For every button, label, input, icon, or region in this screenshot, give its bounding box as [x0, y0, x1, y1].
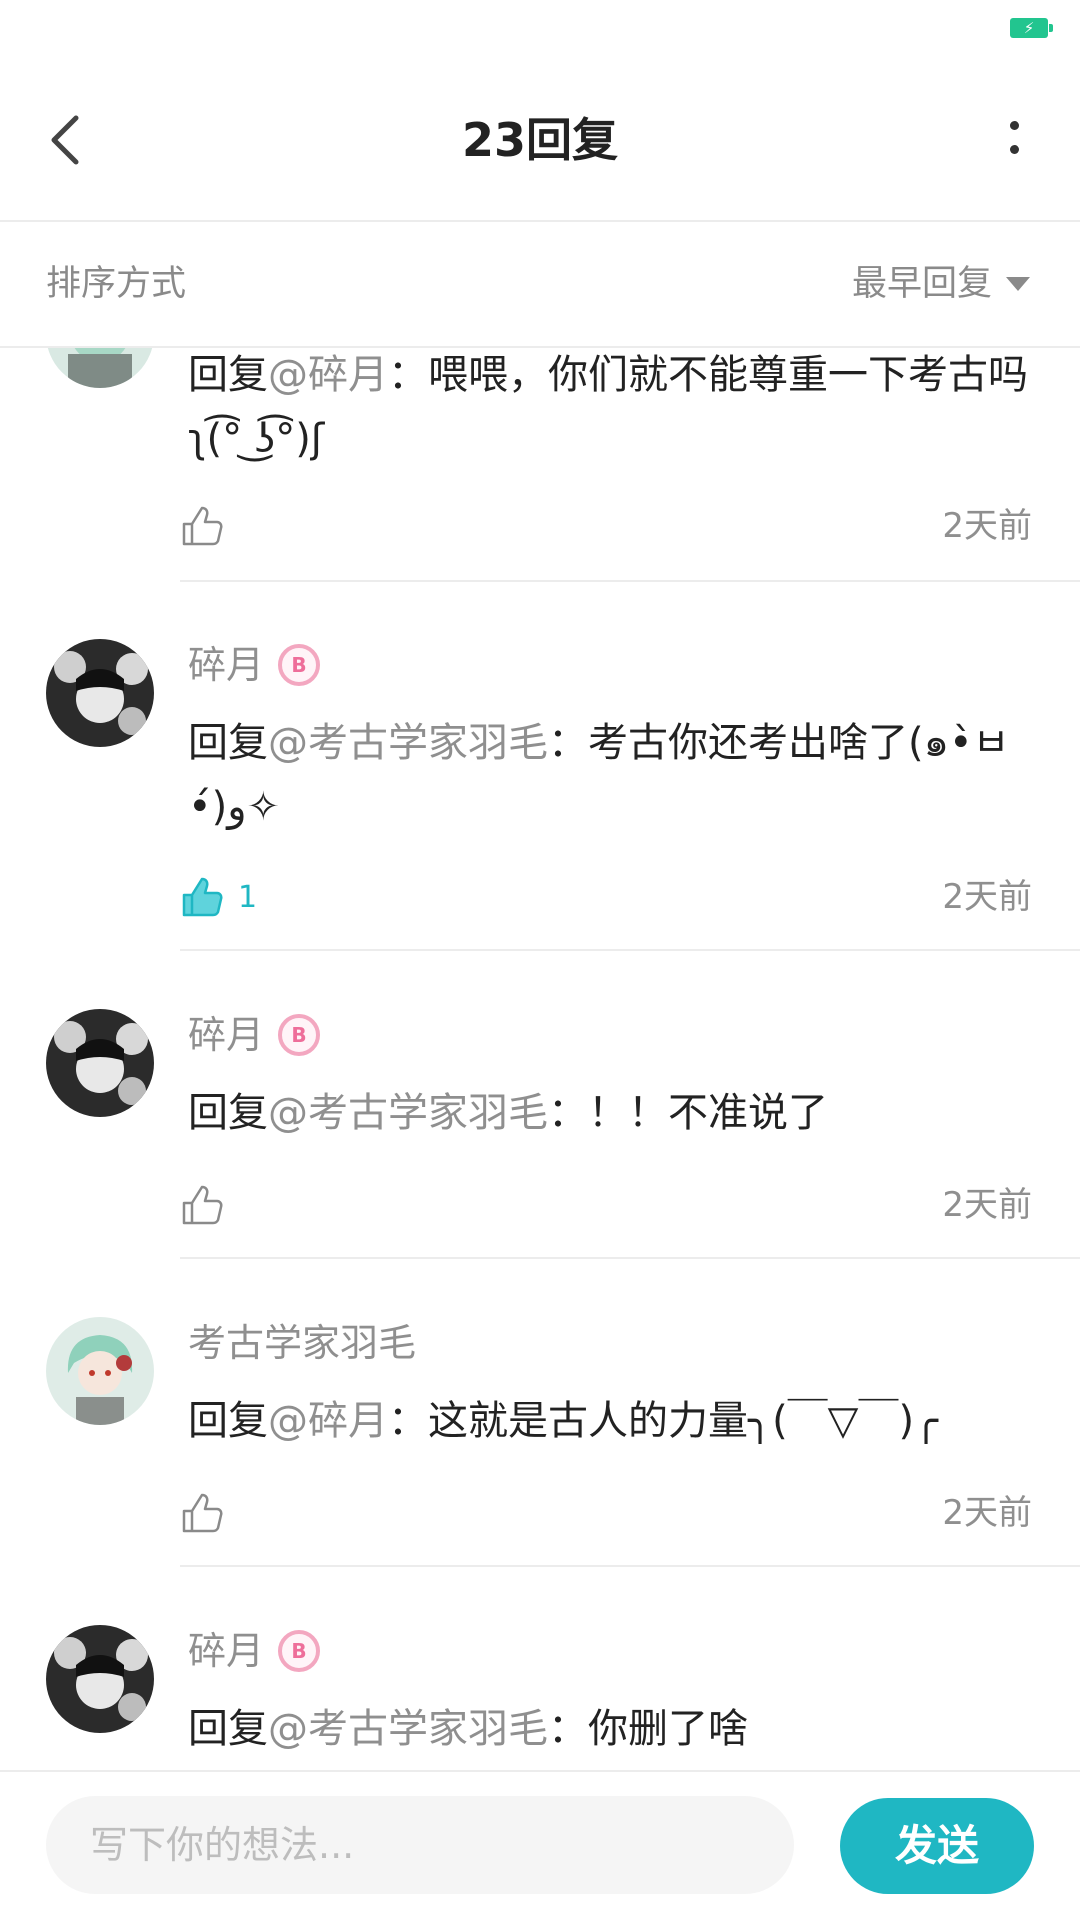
avatar[interactable]	[46, 1625, 154, 1733]
reply-list[interactable]: 回复@碎月：喂喂，你们就不能尊重一下考古吗ʅ(͡° ͜ʖ͡°)ʃ 2天前 碎月 …	[0, 348, 1080, 1770]
sort-dropdown[interactable]: 最早回复	[852, 262, 1030, 306]
like-button[interactable]	[180, 1177, 224, 1233]
reply-time: 2天前	[942, 1185, 1032, 1225]
avatar[interactable]	[46, 1009, 154, 1117]
like-count: 1	[238, 879, 258, 915]
reply-author: 碎月	[188, 1625, 321, 1677]
mention-link[interactable]: @碎月	[268, 352, 388, 398]
mention-link[interactable]: @碎月	[268, 1398, 388, 1444]
like-button[interactable]: 1	[180, 869, 257, 925]
sort-label: 排序方式	[46, 264, 187, 304]
reply-content: 回复@考古学家羽毛：你删了啥	[188, 1706, 748, 1752]
level-badge-icon	[278, 1630, 321, 1672]
status-bar: ⚡	[0, 0, 1080, 60]
thumbs-up-icon	[182, 1185, 223, 1225]
reply-content: 回复@考古学家羽毛：考古你还考出啥了(๑•̀ㅂ•́)و✧	[188, 720, 1010, 830]
author-name: 碎月	[188, 1629, 265, 1673]
reply-author: 碎月	[188, 1009, 321, 1061]
reply-content: 回复@碎月：喂喂，你们就不能尊重一下考古吗ʅ(͡° ͜ʖ͡°)ʃ	[188, 352, 1028, 462]
thumbs-up-filled-icon	[182, 877, 223, 917]
mention-link[interactable]: @考古学家羽毛	[268, 1090, 548, 1136]
reply-author: 考古学家羽毛	[188, 1317, 416, 1369]
author-name: 碎月	[188, 1013, 265, 1057]
avatar[interactable]	[46, 348, 154, 388]
reply-content: 回复@碎月：这就是古人的力量╮(￣▽￣)╭	[188, 1398, 939, 1444]
page-title: 23回复	[461, 113, 618, 167]
level-badge-icon	[278, 1014, 321, 1056]
reply-input[interactable]	[46, 1796, 794, 1894]
avatar[interactable]	[46, 1317, 154, 1425]
mention-link[interactable]: @考古学家羽毛	[268, 1706, 548, 1752]
like-button[interactable]	[180, 498, 224, 554]
thumbs-up-icon	[182, 506, 223, 546]
divider	[180, 1565, 1080, 1567]
author-name: 考古学家羽毛	[188, 1321, 417, 1365]
level-badge-icon	[278, 644, 321, 686]
more-options-button[interactable]	[992, 108, 1036, 172]
charging-battery-icon: ⚡	[1010, 18, 1053, 38]
divider	[180, 1257, 1080, 1259]
send-button[interactable]: 发送	[840, 1798, 1034, 1894]
like-button[interactable]	[180, 1485, 224, 1541]
reply-time: 2天前	[942, 877, 1032, 917]
header: 23回复	[0, 60, 1080, 222]
author-name: 碎月	[188, 643, 265, 687]
reply-content: 回复@考古学家羽毛：！！不准说了	[188, 1090, 828, 1136]
mention-link[interactable]: @考古学家羽毛	[268, 720, 548, 766]
reply-input-bar: 发送	[0, 1770, 1080, 1922]
sort-selected-value: 最早回复	[851, 264, 992, 304]
reply-time: 2天前	[942, 506, 1032, 546]
avatar[interactable]	[46, 639, 154, 747]
divider	[180, 580, 1080, 582]
sort-bar: 排序方式 最早回复	[0, 222, 1080, 348]
reply-time: 2天前	[942, 1493, 1032, 1533]
reply-author: 碎月	[188, 639, 321, 691]
caret-down-icon	[1006, 277, 1030, 291]
thumbs-up-icon	[182, 1493, 223, 1533]
divider	[180, 949, 1080, 951]
